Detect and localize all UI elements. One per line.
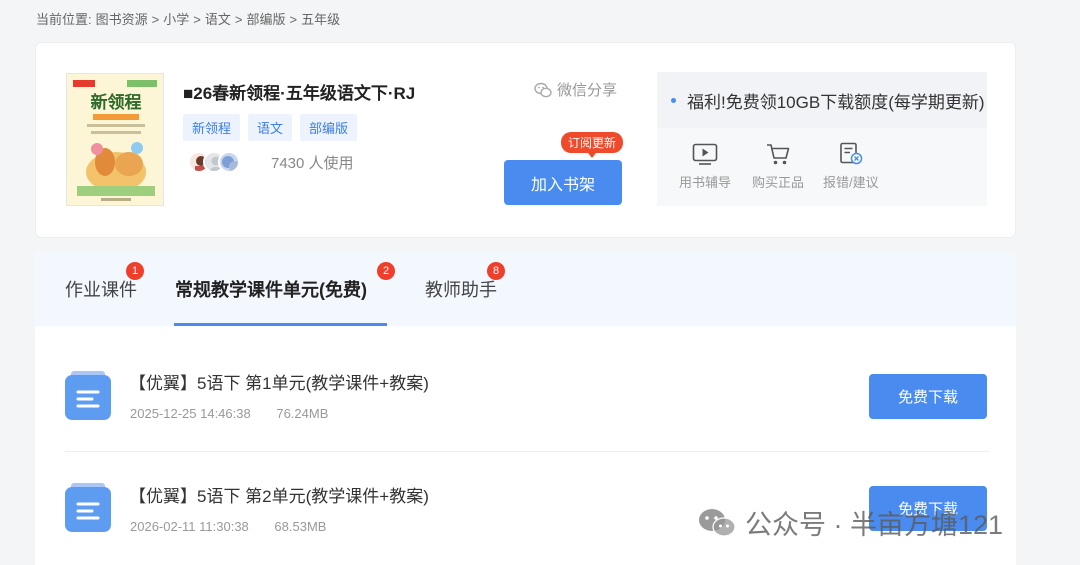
book-cover-illustration: 新领程 <box>67 74 163 205</box>
report-feedback-button[interactable]: 报错/建议 <box>823 142 879 191</box>
cover-title: 新领程 <box>91 92 142 113</box>
side-actions: 用书辅导 购买正品 报错/建议 <box>657 128 987 206</box>
guide-button[interactable]: 用书辅导 <box>679 142 731 191</box>
tag-edition[interactable]: 部编版 <box>300 114 358 141</box>
share-label: 微信分享 <box>557 82 618 99</box>
subscribe-update-badge[interactable]: 订阅更新 <box>561 132 624 158</box>
tab-label: 常规教学课件单元(免费) <box>175 280 367 300</box>
report-feedback-label: 报错/建议 <box>823 175 879 190</box>
file-date: 2026-02-11 11:30:38 <box>130 519 249 534</box>
breadcrumb-separator: > <box>289 12 298 27</box>
breadcrumb-separator: > <box>151 12 160 27</box>
breadcrumb-item-chinese[interactable]: 语文 <box>205 12 231 27</box>
breadcrumb-item-grade[interactable]: 五年级 <box>301 12 340 27</box>
book-info-card: 新领程 ■26春新领程·五年级语文下·RJ 新领程 语文 部编版 7430 人使… <box>35 42 1016 238</box>
file-size: 76.24MB <box>276 406 329 421</box>
book-tags: 新领程 语文 部编版 <box>183 114 358 141</box>
users-count: 7430 人使用 <box>271 154 354 172</box>
wechat-watermark-icon <box>699 508 736 537</box>
buy-genuine-label: 购买正品 <box>752 175 805 190</box>
file-doc-icon <box>65 371 111 420</box>
user-avatars: 7430 人使用 <box>188 151 354 173</box>
tab-regular-teaching-units[interactable]: 常规教学课件单元(免费) <box>175 276 367 302</box>
free-download-button[interactable]: 免费下载 <box>869 374 987 419</box>
wechat-icon <box>534 82 552 97</box>
file-size: 68.53MB <box>274 519 327 534</box>
file-meta: 2025-12-25 14:46:38 76.24MB <box>130 406 350 421</box>
side-panel: 福利!免费领10GB下载额度(每学期更新) 用书辅导 购买正品 报错/建议 <box>657 72 987 206</box>
shopping-cart-icon <box>767 144 790 165</box>
tab-count-badge: 2 <box>377 262 395 280</box>
tab-teacher-assistant[interactable]: 教师助手 <box>425 276 497 302</box>
tab-count-badge: 8 <box>487 262 505 280</box>
book-cover[interactable]: 新领程 <box>66 73 164 206</box>
tabs-bar: 作业课件 1 常规教学课件单元(免费) 2 教师助手 8 <box>35 252 1016 326</box>
breadcrumb-item-books[interactable]: 图书资源 <box>96 12 148 27</box>
tab-count-badge: 1 <box>126 262 144 280</box>
breadcrumb-item-edition[interactable]: 部编版 <box>246 12 285 27</box>
list-item[interactable]: 【优翼】5语下 第1单元(教学课件+教案) 2025-12-25 14:46:3… <box>35 326 1016 446</box>
tab-label: 作业课件 <box>65 280 137 300</box>
bullet-dot <box>671 97 676 103</box>
promo-banner[interactable]: 福利!免费领10GB下载额度(每学期更新) <box>657 72 987 128</box>
avatar <box>218 151 240 173</box>
tab-homework-courseware[interactable]: 作业课件 <box>65 276 137 302</box>
buy-genuine-button[interactable]: 购买正品 <box>752 142 804 191</box>
watermark: 公众号 · 半亩方塘121 <box>697 503 1003 542</box>
breadcrumb-separator: > <box>193 12 201 27</box>
file-doc-icon <box>65 483 111 532</box>
breadcrumb-item-primary[interactable]: 小学 <box>163 12 189 27</box>
book-title: ■26春新领程·五年级语文下·RJ <box>183 84 416 103</box>
report-feedback-icon <box>840 142 863 165</box>
video-play-icon <box>692 143 718 165</box>
tab-label: 教师助手 <box>425 280 497 300</box>
tag-series[interactable]: 新领程 <box>183 114 241 141</box>
breadcrumb: 当前位置: 图书资源 > 小学 > 语文 > 部编版 > 五年级 <box>36 9 344 28</box>
promo-text: 福利!免费领10GB下载额度(每学期更新) <box>687 92 985 112</box>
file-meta: 2026-02-11 11:30:38 68.53MB <box>130 519 348 534</box>
guide-label: 用书辅导 <box>679 175 732 190</box>
file-title[interactable]: 【优翼】5语下 第2单元(教学课件+教案) <box>129 482 429 507</box>
file-date: 2025-12-25 14:46:38 <box>130 406 251 421</box>
add-to-shelf-button[interactable]: 加入书架 <box>504 160 622 205</box>
watermark-text: 公众号 · 半亩方塘121 <box>745 510 1004 540</box>
tag-subject[interactable]: 语文 <box>248 114 293 141</box>
wechat-share-button[interactable]: 微信分享 <box>534 79 617 100</box>
breadcrumb-separator: > <box>234 12 243 27</box>
file-title[interactable]: 【优翼】5语下 第1单元(教学课件+教案) <box>129 369 429 394</box>
breadcrumb-prefix: 当前位置: <box>36 12 92 27</box>
